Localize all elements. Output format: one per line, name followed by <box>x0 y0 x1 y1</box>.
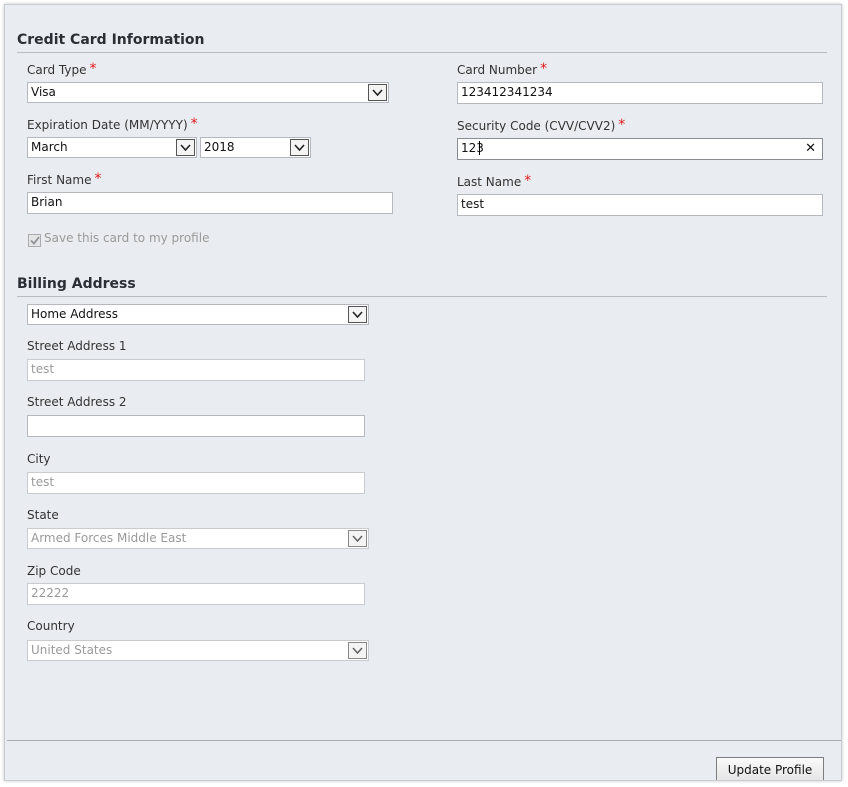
credit-card-section-title: Credit Card Information <box>17 32 205 48</box>
state-select[interactable]: Armed Forces Middle East <box>27 528 369 549</box>
profile-form-panel: Credit Card Information Card Type * Visa … <box>4 4 842 781</box>
street1-input[interactable]: test <box>27 359 365 381</box>
expiration-month-select[interactable]: March <box>27 137 197 158</box>
chevron-down-icon <box>348 306 367 323</box>
card-type-value: Visa <box>31 85 56 99</box>
required-marker: * <box>94 171 102 187</box>
text-cursor <box>479 141 480 155</box>
card-number-label: Card Number * <box>457 61 548 77</box>
state-label: State <box>27 508 59 522</box>
billing-section-title: Billing Address <box>17 276 136 292</box>
address-select-value: Home Address <box>31 307 119 321</box>
street2-label: Street Address 2 <box>27 395 127 409</box>
required-marker: * <box>524 173 532 189</box>
zip-label: Zip Code <box>27 564 81 578</box>
first-name-label: First Name * <box>27 171 102 187</box>
save-card-label: Save this card to my profile <box>44 231 210 245</box>
credit-card-divider <box>17 52 827 53</box>
chevron-down-icon <box>348 642 367 659</box>
security-code-input[interactable]: 123 ✕ <box>457 138 823 160</box>
city-label: City <box>27 452 51 466</box>
city-input[interactable]: test <box>27 472 365 494</box>
card-type-label: Card Type * <box>27 61 97 77</box>
zip-input[interactable]: 22222 <box>27 583 365 605</box>
last-name-input[interactable]: test <box>457 194 823 216</box>
chevron-down-icon <box>290 139 309 156</box>
security-code-label: Security Code (CVV/CVV2) * <box>457 117 626 133</box>
expiration-month-value: March <box>31 140 68 154</box>
chevron-down-icon <box>176 139 195 156</box>
footer-divider <box>7 740 841 741</box>
card-number-input[interactable]: 123412341234 <box>457 82 823 104</box>
street1-label: Street Address 1 <box>27 339 127 353</box>
country-select[interactable]: United States <box>27 640 369 661</box>
street2-input[interactable] <box>27 415 365 437</box>
chevron-down-icon <box>368 84 387 101</box>
save-card-checkbox[interactable] <box>28 234 41 247</box>
first-name-input[interactable]: Brian <box>27 192 393 214</box>
security-code-value: 123 <box>461 141 484 155</box>
card-type-select[interactable]: Visa <box>27 82 389 103</box>
clear-icon[interactable]: ✕ <box>805 141 816 156</box>
required-marker: * <box>89 61 97 77</box>
billing-divider <box>17 296 827 297</box>
required-marker: * <box>540 61 548 77</box>
required-marker: * <box>618 117 626 133</box>
address-select[interactable]: Home Address <box>27 304 369 325</box>
country-select-value: United States <box>31 643 113 657</box>
required-marker: * <box>190 116 198 132</box>
country-label: Country <box>27 619 75 633</box>
checkmark-icon <box>29 236 40 245</box>
update-profile-button[interactable]: Update Profile <box>716 757 824 780</box>
chevron-down-icon <box>348 530 367 547</box>
last-name-label: Last Name * <box>457 173 532 189</box>
expiration-date-label: Expiration Date (MM/YYYY) * <box>27 116 198 132</box>
expiration-year-value: 2018 <box>204 140 235 154</box>
state-select-value: Armed Forces Middle East <box>31 531 187 545</box>
expiration-year-select[interactable]: 2018 <box>200 137 311 158</box>
